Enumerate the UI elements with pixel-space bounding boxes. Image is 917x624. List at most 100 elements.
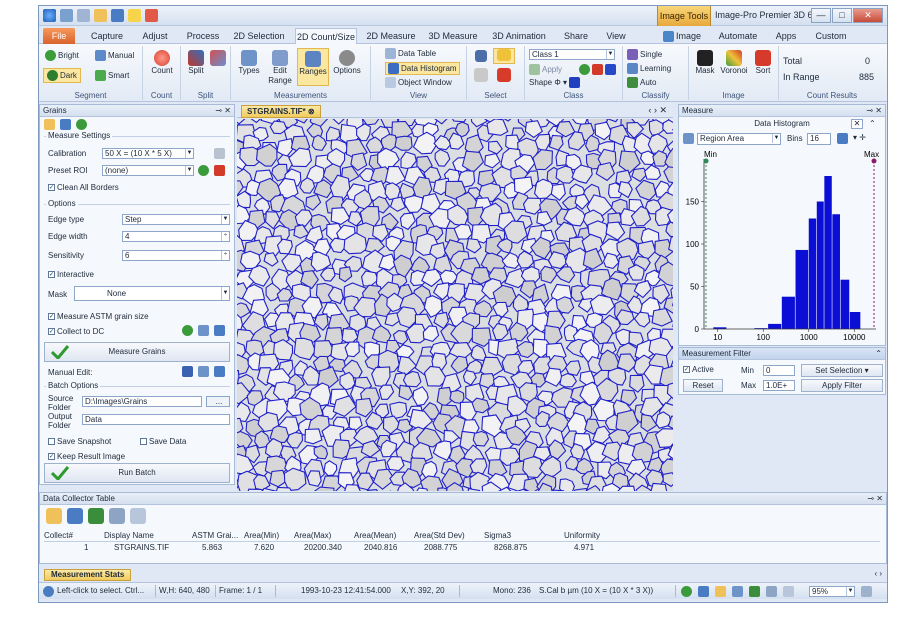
histogram-bar[interactable] [832, 214, 840, 329]
edit-save-icon[interactable] [214, 366, 225, 377]
apply-filter-button[interactable]: Apply Filter [801, 379, 883, 392]
types-button[interactable]: Types [235, 50, 263, 76]
pin-icon[interactable]: ⊸ ✕ [215, 105, 231, 117]
tab-automate[interactable]: Automate [715, 28, 761, 44]
browse-button[interactable]: ... [206, 396, 230, 407]
table-settings-icon[interactable] [109, 508, 125, 524]
table-row[interactable]: 1 STGRAINS.TIF 5.863 7.620 20200.340 2040.816… [44, 543, 880, 555]
interactive-checkbox[interactable]: ✓ Interactive [48, 270, 94, 279]
pointer-tool-button[interactable] [473, 50, 489, 62]
manual-button[interactable]: Manual [95, 50, 134, 62]
measurement-select[interactable]: Region Area ▼ [697, 133, 781, 145]
grain-outline[interactable] [649, 482, 668, 504]
measure-astm-checkbox[interactable]: ✓ Measure ASTM grain size [48, 312, 149, 321]
calibration-apply-icon[interactable] [198, 148, 209, 159]
filter-reset-button[interactable]: Reset [683, 379, 723, 392]
histogram-bar[interactable] [816, 201, 824, 330]
options-button[interactable]: Options [331, 50, 363, 76]
mask-button[interactable]: Mask [693, 50, 717, 76]
status-split-icon[interactable] [766, 586, 777, 597]
grain-outline[interactable] [304, 428, 323, 445]
measure-grains-button[interactable]: Measure Grains [44, 342, 230, 362]
nav-next-icon[interactable]: › [654, 105, 657, 115]
save-data-checkbox[interactable]: Save Data [140, 437, 186, 446]
refresh-icon[interactable] [76, 119, 87, 130]
roi-apply-icon[interactable] [198, 165, 209, 176]
object-window-button[interactable]: Object Window [385, 77, 452, 89]
tab-2d-measure[interactable]: 2D Measure [365, 28, 417, 44]
histogram-bar[interactable] [849, 312, 861, 329]
set-selection-button[interactable]: Set Selection ▾ [801, 364, 883, 377]
app-logo-icon[interactable] [43, 9, 56, 22]
tab-share[interactable]: Share [559, 28, 593, 44]
column-header[interactable]: Uniformity [564, 531, 600, 540]
edit-draw-icon[interactable] [198, 366, 209, 377]
column-header[interactable]: Collect# [44, 531, 73, 540]
edit-range-button[interactable]: Edit Range [265, 50, 295, 86]
grain-outline[interactable] [472, 430, 490, 447]
histogram-bar[interactable] [840, 279, 850, 329]
select-tool-icon[interactable] [128, 9, 141, 22]
document-tab-stgrains[interactable]: STGRAINS.TIF* ⊗ [241, 105, 321, 118]
tab-capture[interactable]: Capture [87, 28, 127, 44]
pin-icon[interactable]: ⊸ ✕ [866, 105, 882, 117]
grain-outline[interactable] [394, 135, 413, 151]
single-button[interactable]: Single [627, 49, 662, 61]
pin-icon[interactable]: ⊸ ✕ [867, 493, 883, 505]
histogram-bar[interactable] [808, 218, 817, 330]
zoom-select[interactable]: 95% ▼ [809, 586, 855, 597]
status-view-icon[interactable] [698, 586, 709, 597]
tab-custom[interactable]: Custom [811, 28, 851, 44]
redo-icon[interactable] [77, 9, 90, 22]
grain-outline[interactable] [386, 456, 405, 472]
select-rect-button[interactable] [493, 48, 515, 64]
close-image-icon[interactable] [145, 9, 158, 22]
column-header[interactable]: Area(Min) [244, 531, 279, 540]
grain-outline[interactable] [344, 341, 360, 358]
tab-apps[interactable]: Apps [771, 28, 801, 44]
histogram-collapse-icon[interactable]: ⌃ [869, 119, 876, 128]
histogram-bar[interactable] [768, 323, 782, 329]
filter-active-checkbox[interactable]: ✓ Active [683, 365, 714, 374]
status-ok-icon[interactable] [681, 586, 692, 597]
zoom-fit-icon[interactable] [861, 586, 872, 597]
doc-close-icon[interactable]: ✕ [659, 105, 667, 115]
merge-button[interactable] [209, 50, 227, 66]
undo-icon[interactable] [60, 9, 73, 22]
save-recipe-icon[interactable] [60, 119, 71, 130]
spinner-icon[interactable]: ÷ [221, 251, 229, 260]
histogram-options-icon[interactable]: ▾ ✛ [853, 133, 866, 142]
run-batch-button[interactable]: Run Batch [44, 463, 230, 483]
source-folder-input[interactable]: D:\Images\Grains [82, 396, 202, 407]
save-icon[interactable] [111, 9, 124, 22]
dc-refresh-icon[interactable] [182, 325, 193, 336]
image-viewer[interactable] [205, 86, 703, 511]
save-snapshot-checkbox[interactable]: Save Snapshot [48, 437, 111, 446]
shape-control[interactable]: Shape Φ ▾ [529, 77, 582, 89]
class-color-button[interactable] [495, 68, 513, 82]
tab-process[interactable]: Process [183, 28, 223, 44]
measurement-stats-tab[interactable]: Measurement Stats [44, 569, 132, 581]
roi-clear-icon[interactable] [214, 165, 225, 176]
open-recipe-icon[interactable] [44, 119, 55, 130]
edge-width-input[interactable]: 4 ÷ [122, 231, 230, 242]
keep-result-checkbox[interactable]: ✓ Keep Result Image [48, 452, 125, 461]
output-folder-input[interactable]: Data [82, 414, 230, 425]
bright-button[interactable]: Bright [45, 50, 79, 62]
count-button[interactable]: Count [150, 50, 174, 76]
histogram-close-icon[interactable]: ✕ [851, 119, 863, 129]
status-zoom-icon[interactable] [783, 586, 794, 597]
column-header[interactable]: Sigma3 [484, 531, 511, 540]
clean-borders-checkbox[interactable]: ✓ Clean All Borders [48, 183, 119, 192]
excel-export-icon[interactable] [88, 508, 104, 524]
column-header[interactable]: ASTM Grai... [192, 531, 238, 540]
nav-prev-icon[interactable]: ‹ [648, 105, 651, 115]
collect-dc-checkbox[interactable]: ✓ Collect to DC [48, 327, 104, 336]
tab-2d-count-size[interactable]: 2D Count/Size [295, 28, 357, 44]
preset-roi-select[interactable]: (none) ▼ [102, 165, 194, 176]
maximize-button[interactable]: □ [832, 8, 852, 23]
shape-color-icon[interactable] [605, 64, 616, 76]
data-histogram-button[interactable]: Data Histogram [385, 62, 460, 76]
reject-icon[interactable] [592, 64, 603, 76]
column-header[interactable]: Area(Max) [294, 531, 331, 540]
